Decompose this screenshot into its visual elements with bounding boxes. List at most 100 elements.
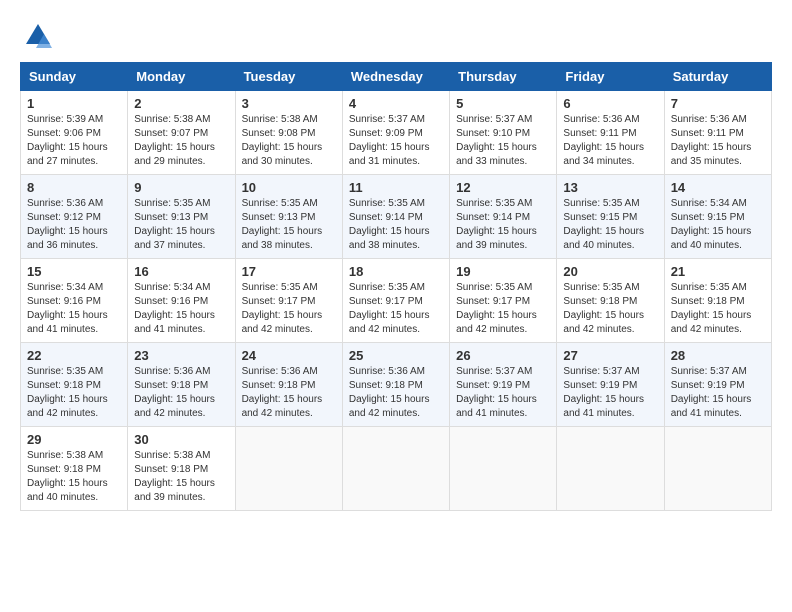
- day-number: 29: [27, 432, 121, 447]
- cell-details: Sunrise: 5:38 AM Sunset: 9:07 PM Dayligh…: [134, 113, 228, 169]
- sunset: Sunset: 9:14 PM: [349, 212, 423, 223]
- calendar-cell: 30 Sunrise: 5:38 AM Sunset: 9:18 PM Dayl…: [128, 427, 235, 511]
- day-number: 19: [456, 264, 550, 279]
- day-number: 4: [349, 96, 443, 111]
- sunrise: Sunrise: 5:39 AM: [27, 114, 103, 125]
- day-number: 8: [27, 180, 121, 195]
- cell-details: Sunrise: 5:37 AM Sunset: 9:19 PM Dayligh…: [563, 365, 657, 421]
- calendar-week-1: 1 Sunrise: 5:39 AM Sunset: 9:06 PM Dayli…: [21, 91, 772, 175]
- day-header-wednesday: Wednesday: [342, 63, 449, 91]
- day-number: 23: [134, 348, 228, 363]
- calendar-cell: 20 Sunrise: 5:35 AM Sunset: 9:18 PM Dayl…: [557, 259, 664, 343]
- daylight: Daylight: 15 hours and 35 minutes.: [671, 142, 752, 167]
- sunset: Sunset: 9:10 PM: [456, 128, 530, 139]
- day-number: 24: [242, 348, 336, 363]
- sunrise: Sunrise: 5:35 AM: [563, 282, 639, 293]
- cell-details: Sunrise: 5:36 AM Sunset: 9:18 PM Dayligh…: [242, 365, 336, 421]
- daylight: Daylight: 15 hours and 41 minutes.: [456, 394, 537, 419]
- day-number: 12: [456, 180, 550, 195]
- calendar-cell: 11 Sunrise: 5:35 AM Sunset: 9:14 PM Dayl…: [342, 175, 449, 259]
- cell-details: Sunrise: 5:36 AM Sunset: 9:12 PM Dayligh…: [27, 197, 121, 253]
- calendar-cell: [342, 427, 449, 511]
- sunset: Sunset: 9:16 PM: [134, 296, 208, 307]
- day-number: 17: [242, 264, 336, 279]
- cell-details: Sunrise: 5:35 AM Sunset: 9:14 PM Dayligh…: [349, 197, 443, 253]
- sunset: Sunset: 9:15 PM: [563, 212, 637, 223]
- calendar-cell: 8 Sunrise: 5:36 AM Sunset: 9:12 PM Dayli…: [21, 175, 128, 259]
- daylight: Daylight: 15 hours and 30 minutes.: [242, 142, 323, 167]
- day-number: 7: [671, 96, 765, 111]
- cell-details: Sunrise: 5:36 AM Sunset: 9:18 PM Dayligh…: [134, 365, 228, 421]
- daylight: Daylight: 15 hours and 42 minutes.: [349, 310, 430, 335]
- daylight: Daylight: 15 hours and 42 minutes.: [27, 394, 108, 419]
- daylight: Daylight: 15 hours and 42 minutes.: [456, 310, 537, 335]
- sunset: Sunset: 9:11 PM: [563, 128, 636, 139]
- daylight: Daylight: 15 hours and 36 minutes.: [27, 226, 108, 251]
- sunset: Sunset: 9:19 PM: [456, 380, 530, 391]
- sunrise: Sunrise: 5:35 AM: [349, 282, 425, 293]
- calendar-week-4: 22 Sunrise: 5:35 AM Sunset: 9:18 PM Dayl…: [21, 343, 772, 427]
- sunset: Sunset: 9:18 PM: [27, 380, 101, 391]
- calendar-cell: [664, 427, 771, 511]
- sunset: Sunset: 9:18 PM: [349, 380, 423, 391]
- calendar-cell: 3 Sunrise: 5:38 AM Sunset: 9:08 PM Dayli…: [235, 91, 342, 175]
- daylight: Daylight: 15 hours and 42 minutes.: [671, 310, 752, 335]
- calendar-cell: 2 Sunrise: 5:38 AM Sunset: 9:07 PM Dayli…: [128, 91, 235, 175]
- cell-details: Sunrise: 5:36 AM Sunset: 9:11 PM Dayligh…: [563, 113, 657, 169]
- day-number: 30: [134, 432, 228, 447]
- sunset: Sunset: 9:13 PM: [242, 212, 316, 223]
- sunrise: Sunrise: 5:36 AM: [349, 366, 425, 377]
- cell-details: Sunrise: 5:36 AM Sunset: 9:18 PM Dayligh…: [349, 365, 443, 421]
- calendar-week-3: 15 Sunrise: 5:34 AM Sunset: 9:16 PM Dayl…: [21, 259, 772, 343]
- sunrise: Sunrise: 5:35 AM: [456, 282, 532, 293]
- calendar-table: SundayMondayTuesdayWednesdayThursdayFrid…: [20, 62, 772, 511]
- cell-details: Sunrise: 5:35 AM Sunset: 9:17 PM Dayligh…: [456, 281, 550, 337]
- cell-details: Sunrise: 5:37 AM Sunset: 9:19 PM Dayligh…: [671, 365, 765, 421]
- sunset: Sunset: 9:18 PM: [563, 296, 637, 307]
- day-number: 18: [349, 264, 443, 279]
- day-number: 14: [671, 180, 765, 195]
- day-number: 2: [134, 96, 228, 111]
- calendar-cell: 26 Sunrise: 5:37 AM Sunset: 9:19 PM Dayl…: [450, 343, 557, 427]
- sunset: Sunset: 9:12 PM: [27, 212, 101, 223]
- calendar-cell: 17 Sunrise: 5:35 AM Sunset: 9:17 PM Dayl…: [235, 259, 342, 343]
- cell-details: Sunrise: 5:39 AM Sunset: 9:06 PM Dayligh…: [27, 113, 121, 169]
- day-number: 10: [242, 180, 336, 195]
- sunrise: Sunrise: 5:37 AM: [349, 114, 425, 125]
- sunrise: Sunrise: 5:35 AM: [134, 198, 210, 209]
- cell-details: Sunrise: 5:36 AM Sunset: 9:11 PM Dayligh…: [671, 113, 765, 169]
- daylight: Daylight: 15 hours and 27 minutes.: [27, 142, 108, 167]
- sunset: Sunset: 9:18 PM: [134, 464, 208, 475]
- daylight: Daylight: 15 hours and 41 minutes.: [134, 310, 215, 335]
- cell-details: Sunrise: 5:35 AM Sunset: 9:18 PM Dayligh…: [563, 281, 657, 337]
- cell-details: Sunrise: 5:34 AM Sunset: 9:16 PM Dayligh…: [134, 281, 228, 337]
- cell-details: Sunrise: 5:35 AM Sunset: 9:17 PM Dayligh…: [349, 281, 443, 337]
- day-number: 20: [563, 264, 657, 279]
- calendar-cell: 4 Sunrise: 5:37 AM Sunset: 9:09 PM Dayli…: [342, 91, 449, 175]
- daylight: Daylight: 15 hours and 34 minutes.: [563, 142, 644, 167]
- sunrise: Sunrise: 5:35 AM: [27, 366, 103, 377]
- day-header-monday: Monday: [128, 63, 235, 91]
- calendar-cell: 9 Sunrise: 5:35 AM Sunset: 9:13 PM Dayli…: [128, 175, 235, 259]
- sunset: Sunset: 9:14 PM: [456, 212, 530, 223]
- daylight: Daylight: 15 hours and 39 minutes.: [134, 478, 215, 503]
- cell-details: Sunrise: 5:35 AM Sunset: 9:15 PM Dayligh…: [563, 197, 657, 253]
- day-number: 9: [134, 180, 228, 195]
- calendar-cell: 25 Sunrise: 5:36 AM Sunset: 9:18 PM Dayl…: [342, 343, 449, 427]
- sunset: Sunset: 9:06 PM: [27, 128, 101, 139]
- sunset: Sunset: 9:17 PM: [349, 296, 423, 307]
- calendar-cell: 7 Sunrise: 5:36 AM Sunset: 9:11 PM Dayli…: [664, 91, 771, 175]
- calendar-cell: 15 Sunrise: 5:34 AM Sunset: 9:16 PM Dayl…: [21, 259, 128, 343]
- cell-details: Sunrise: 5:35 AM Sunset: 9:13 PM Dayligh…: [134, 197, 228, 253]
- cell-details: Sunrise: 5:35 AM Sunset: 9:17 PM Dayligh…: [242, 281, 336, 337]
- calendar-cell: 13 Sunrise: 5:35 AM Sunset: 9:15 PM Dayl…: [557, 175, 664, 259]
- daylight: Daylight: 15 hours and 39 minutes.: [456, 226, 537, 251]
- sunrise: Sunrise: 5:35 AM: [242, 198, 318, 209]
- logo-icon: [22, 20, 54, 52]
- calendar-cell: 19 Sunrise: 5:35 AM Sunset: 9:17 PM Dayl…: [450, 259, 557, 343]
- calendar-cell: 24 Sunrise: 5:36 AM Sunset: 9:18 PM Dayl…: [235, 343, 342, 427]
- sunset: Sunset: 9:16 PM: [27, 296, 101, 307]
- sunset: Sunset: 9:18 PM: [671, 296, 745, 307]
- sunset: Sunset: 9:17 PM: [242, 296, 316, 307]
- sunset: Sunset: 9:18 PM: [242, 380, 316, 391]
